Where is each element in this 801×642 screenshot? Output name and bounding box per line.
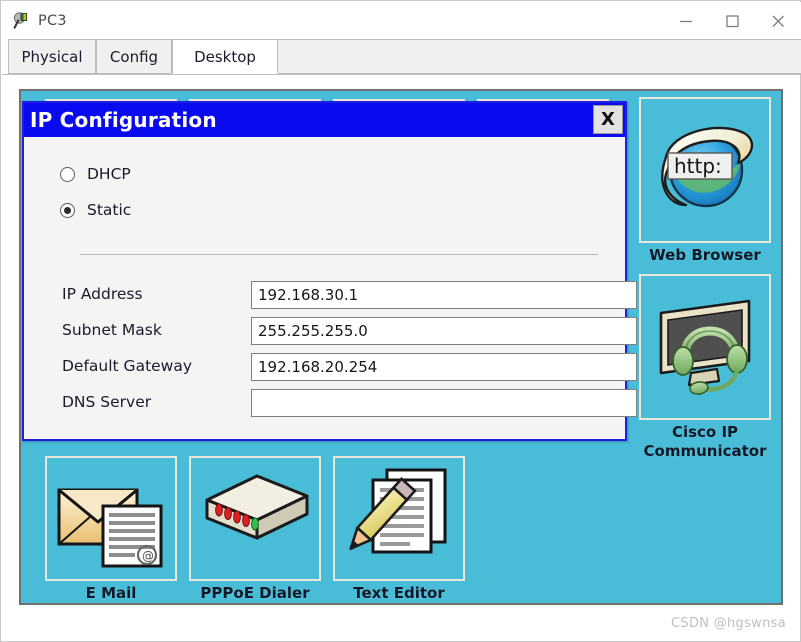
radio-dhcp-label: DHCP xyxy=(87,165,131,183)
window-controls xyxy=(663,2,801,39)
ip-configuration-dialog: IP Configuration X DHCP Static IP Addres… xyxy=(22,101,627,441)
tab-config-label: Config xyxy=(110,48,158,66)
tab-desktop-label: Desktop xyxy=(194,48,256,66)
ip-configuration-title: IP Configuration xyxy=(24,108,217,132)
desktop-app-web-browser[interactable]: http: Web Browser xyxy=(639,97,771,265)
radio-dhcp[interactable]: DHCP xyxy=(60,165,131,183)
ip-configuration-title-bar: IP Configuration xyxy=(24,103,625,137)
pc3-window: PC3 Physical Config Desktop xyxy=(0,0,801,642)
document-pencil-icon xyxy=(339,462,459,576)
ip-address-label: IP Address xyxy=(62,285,143,303)
envelope-document-icon: @ xyxy=(51,462,171,576)
desktop-app-cisco-ip-communicator[interactable]: Cisco IP Communicator xyxy=(639,274,771,461)
radio-static[interactable]: Static xyxy=(60,201,131,219)
tab-physical[interactable]: Physical xyxy=(8,39,96,74)
desktop-app-pppoe-dialer[interactable]: PPPoE Dialer xyxy=(189,456,321,603)
radio-static-label: Static xyxy=(87,201,131,219)
tab-physical-label: Physical xyxy=(21,48,82,66)
desktop-app-cisco-ip-communicator-label: Cisco IP Communicator xyxy=(644,423,767,461)
window-title-group: PC3 xyxy=(2,12,663,30)
subnet-mask-label: Subnet Mask xyxy=(62,321,162,339)
desktop-app-text-editor[interactable]: Text Editor xyxy=(333,456,465,603)
svg-text:@: @ xyxy=(142,549,154,563)
desktop-app-text-editor-label: Text Editor xyxy=(353,584,444,603)
watermark: CSDN @hgswnsa xyxy=(671,616,786,631)
maximize-button[interactable] xyxy=(709,2,755,39)
ip-configuration-body: DHCP Static IP Address 192.168.30.1 Subn… xyxy=(24,137,625,439)
svg-text:http:: http: xyxy=(674,154,722,178)
window-title: PC3 xyxy=(38,13,67,29)
radio-static-indicator xyxy=(60,203,75,218)
ip-configuration-close-button[interactable]: X xyxy=(593,105,623,134)
desktop-app-pppoe-dialer-label: PPPoE Dialer xyxy=(200,584,309,603)
tab-desktop[interactable]: Desktop xyxy=(172,39,278,74)
field-row-subnet-mask: Subnet Mask 255.255.255.0 xyxy=(24,317,625,347)
tab-config[interactable]: Config xyxy=(96,39,172,74)
minimize-button[interactable] xyxy=(663,2,709,39)
globe-http-icon: http: xyxy=(646,113,764,227)
subnet-mask-input[interactable]: 255.255.255.0 xyxy=(251,317,637,345)
tab-bar: Physical Config Desktop xyxy=(2,39,801,75)
window-title-bar: PC3 xyxy=(2,2,801,39)
modem-box-icon xyxy=(195,462,315,576)
app-icon-frame: @ xyxy=(45,456,177,581)
app-icon-frame xyxy=(189,456,321,581)
app-icon-frame: http: xyxy=(639,97,771,243)
radio-dhcp-indicator xyxy=(60,167,75,182)
section-divider xyxy=(80,254,598,255)
desktop-app-email[interactable]: @ E Mail xyxy=(45,456,177,603)
field-row-ip-address: IP Address 192.168.30.1 xyxy=(24,281,625,311)
pc-magnifier-icon xyxy=(13,12,31,30)
desktop-app-web-browser-label: Web Browser xyxy=(649,246,761,265)
field-row-default-gateway: Default Gateway 192.168.20.254 xyxy=(24,353,625,383)
close-button[interactable] xyxy=(755,2,801,39)
ip-address-input[interactable]: 192.168.30.1 xyxy=(251,281,637,309)
app-icon-frame xyxy=(333,456,465,581)
default-gateway-label: Default Gateway xyxy=(62,357,192,375)
field-row-dns-server: DNS Server xyxy=(24,389,625,419)
desktop-app-email-label: E Mail xyxy=(86,584,137,603)
tab-strip-filler xyxy=(278,39,801,74)
dns-server-input[interactable] xyxy=(251,389,637,417)
app-icon-frame xyxy=(639,274,771,420)
default-gateway-input[interactable]: 192.168.20.254 xyxy=(251,353,637,381)
monitor-headset-icon xyxy=(645,289,765,405)
dns-server-label: DNS Server xyxy=(62,393,151,411)
